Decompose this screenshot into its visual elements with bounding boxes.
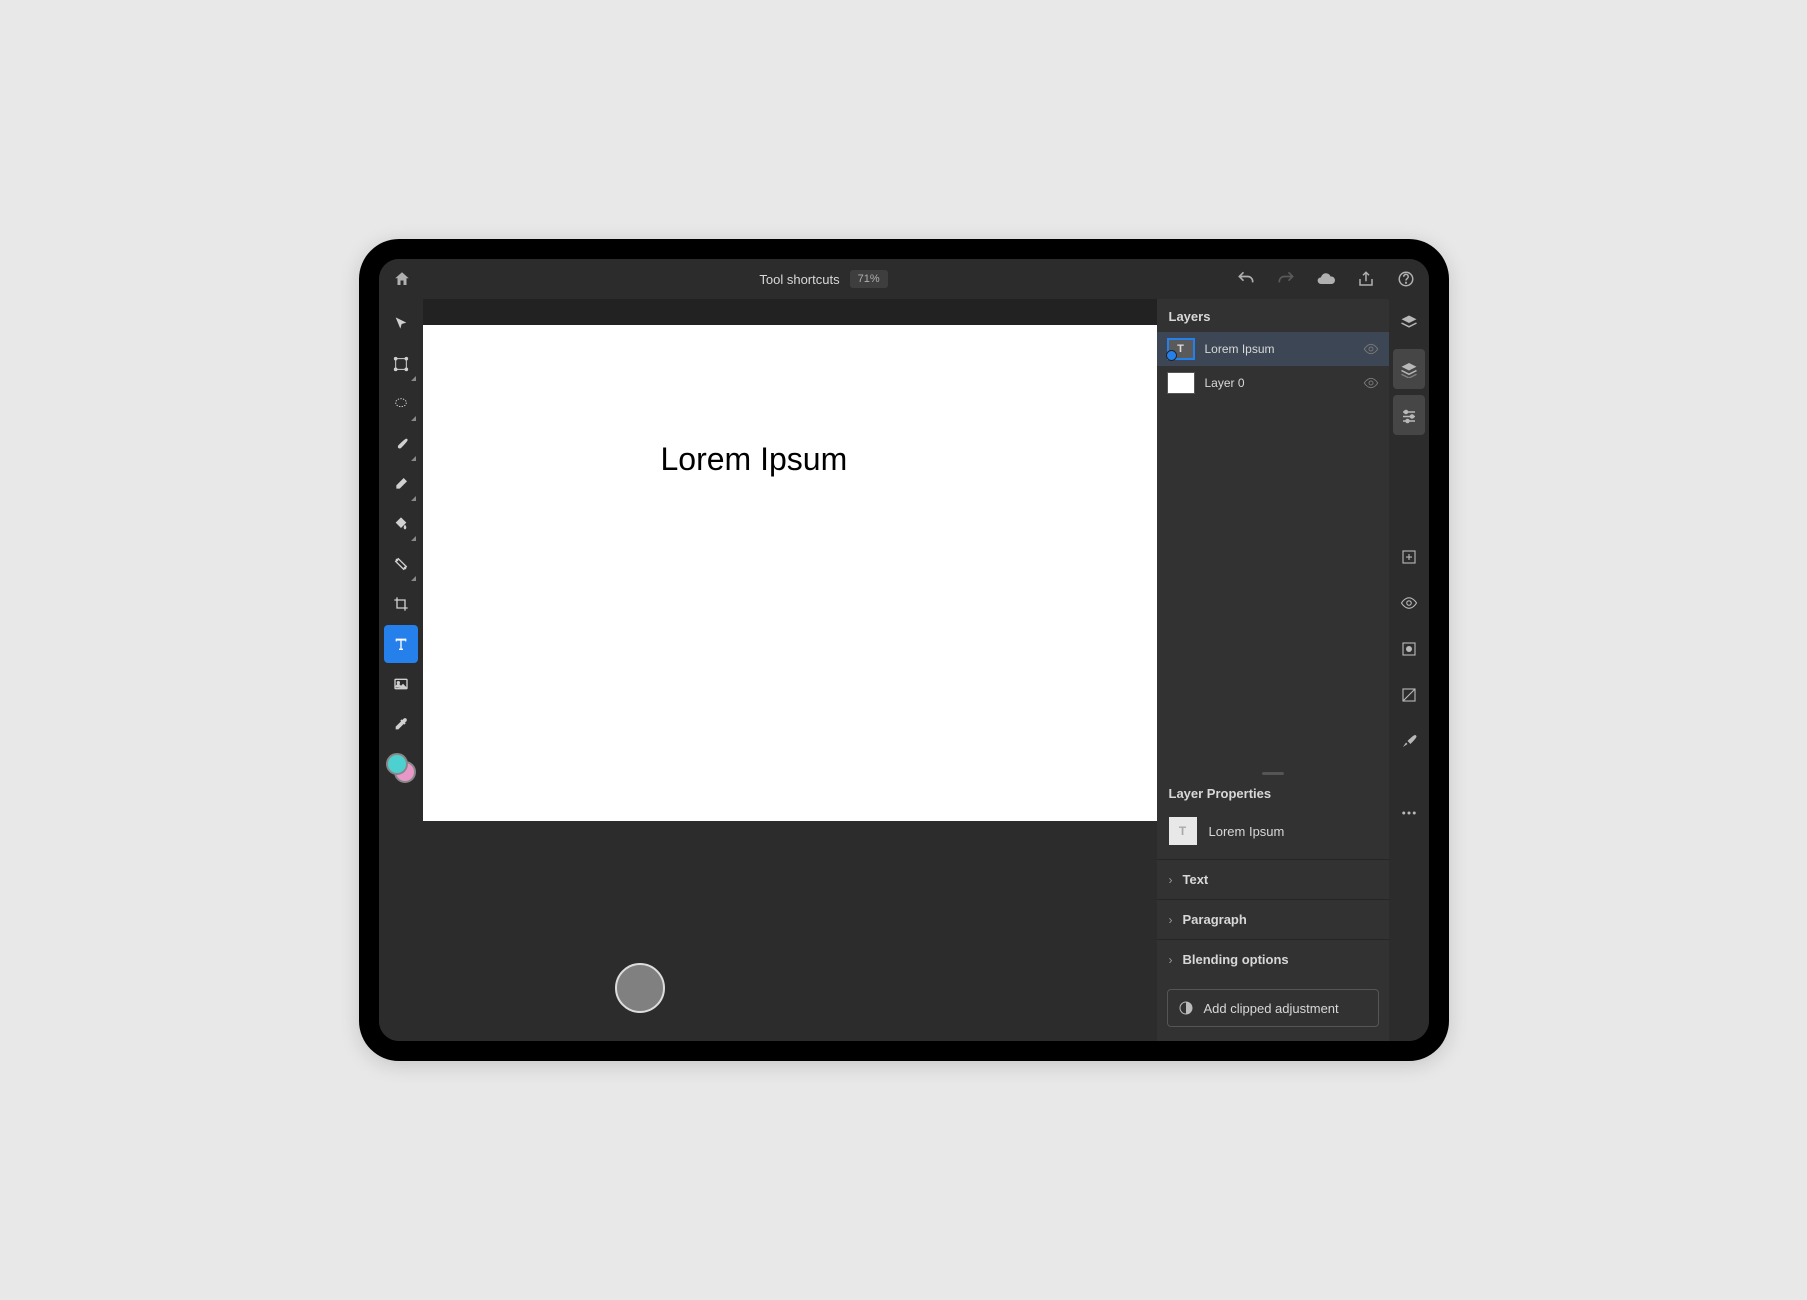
layer-row[interactable]: Lorem Ipsum	[1157, 332, 1389, 366]
canvas-text-layer[interactable]: Lorem Ipsum	[661, 441, 848, 478]
property-group-blending[interactable]: › Blending options	[1157, 939, 1389, 979]
app-screen: Tool shortcuts 71%	[379, 259, 1429, 1041]
visibility-icon[interactable]	[1363, 375, 1379, 391]
mask-icon[interactable]	[1393, 629, 1425, 669]
document-title[interactable]: Tool shortcuts	[759, 272, 839, 287]
color-swatches[interactable]	[386, 753, 416, 783]
layers-tab-icon[interactable]	[1393, 303, 1425, 343]
properties-title: Layer Properties	[1157, 776, 1389, 811]
foreground-color[interactable]	[386, 753, 408, 775]
visibility-panel-icon[interactable]	[1393, 583, 1425, 623]
lasso-tool[interactable]	[384, 385, 418, 423]
far-right-toolbar	[1389, 299, 1429, 1041]
more-icon[interactable]	[1393, 793, 1425, 833]
canvas[interactable]: Lorem Ipsum	[423, 325, 1157, 821]
left-toolbar	[379, 299, 423, 1041]
effects-icon[interactable]	[1393, 721, 1425, 761]
transform-tool[interactable]	[384, 345, 418, 383]
clip-icon[interactable]	[1393, 675, 1425, 715]
type-tool[interactable]	[384, 625, 418, 663]
right-panel: Layers Lorem Ipsum Layer 0	[1157, 299, 1389, 1041]
help-icon[interactable]	[1395, 268, 1417, 290]
undo-icon[interactable]	[1235, 268, 1257, 290]
layer-name: Lorem Ipsum	[1205, 342, 1353, 356]
move-tool[interactable]	[384, 305, 418, 343]
share-icon[interactable]	[1355, 268, 1377, 290]
layer-name: Layer 0	[1205, 376, 1353, 390]
properties-layer-summary: T Lorem Ipsum	[1157, 811, 1389, 859]
zoom-badge[interactable]: 71%	[850, 270, 888, 288]
eyedropper-tool[interactable]	[384, 705, 418, 743]
layer-properties-tab-icon[interactable]	[1393, 349, 1425, 389]
layer-properties-panel: Layer Properties T Lorem Ipsum › Text › …	[1157, 776, 1389, 1041]
fill-tool[interactable]	[384, 505, 418, 543]
redo-icon[interactable]	[1275, 268, 1297, 290]
chevron-right-icon: ›	[1169, 873, 1173, 887]
home-icon[interactable]	[391, 268, 413, 290]
cloud-icon[interactable]	[1315, 268, 1337, 290]
brush-tool[interactable]	[384, 425, 418, 463]
crop-tool[interactable]	[384, 585, 418, 623]
tablet-frame: Tool shortcuts 71%	[359, 239, 1449, 1061]
property-group-paragraph[interactable]: › Paragraph	[1157, 899, 1389, 939]
canvas-area[interactable]: Lorem Ipsum	[423, 299, 1157, 1041]
type-layer-icon: T	[1169, 817, 1197, 845]
adjustment-icon	[1178, 1000, 1194, 1016]
layers-panel-title: Layers	[1157, 299, 1389, 332]
smart-object-badge	[1166, 350, 1177, 361]
add-layer-icon[interactable]	[1393, 537, 1425, 577]
property-group-text[interactable]: › Text	[1157, 859, 1389, 899]
layer-thumbnail	[1167, 372, 1195, 394]
adjustments-tab-icon[interactable]	[1393, 395, 1425, 435]
top-bar: Tool shortcuts 71%	[379, 259, 1429, 299]
place-image-tool[interactable]	[384, 665, 418, 703]
add-clipped-adjustment-button[interactable]: Add clipped adjustment	[1167, 989, 1379, 1027]
visibility-icon[interactable]	[1363, 341, 1379, 357]
touch-shortcut-button[interactable]	[615, 963, 665, 1013]
layer-row[interactable]: Layer 0	[1157, 366, 1389, 400]
layers-list: Lorem Ipsum Layer 0	[1157, 332, 1389, 770]
chevron-right-icon: ›	[1169, 953, 1173, 967]
eraser-tool[interactable]	[384, 465, 418, 503]
properties-layer-name: Lorem Ipsum	[1209, 824, 1285, 839]
layer-thumbnail	[1167, 338, 1195, 360]
chevron-right-icon: ›	[1169, 913, 1173, 927]
healing-tool[interactable]	[384, 545, 418, 583]
